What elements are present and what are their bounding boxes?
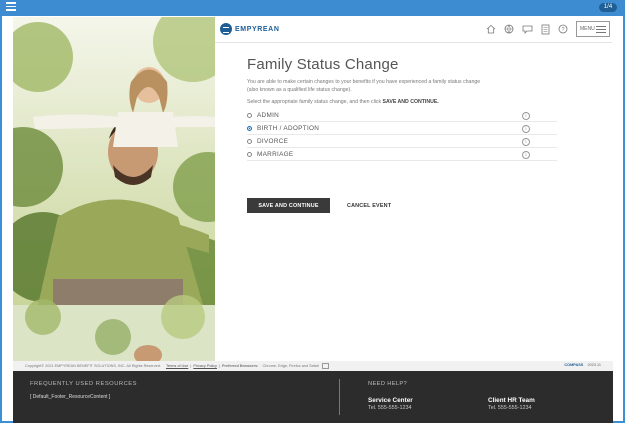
resources-heading: FREQUENTLY USED RESOURCES: [30, 381, 137, 387]
empyrean-logo-icon: [220, 23, 232, 35]
empyrean-logo[interactable]: EMPYREAN: [220, 23, 279, 35]
family-photo: [13, 17, 215, 361]
globe-icon[interactable]: [502, 22, 516, 36]
save-and-continue-button[interactable]: SAVE AND CONTINUE: [247, 198, 330, 213]
instruction-text: Select the appropriate family status cha…: [247, 99, 567, 105]
option-label: DIVORCE: [257, 137, 289, 145]
radio-divorce[interactable]: [247, 138, 252, 144]
radio-birth-adoption[interactable]: [247, 125, 252, 131]
option-divorce[interactable]: DIVORCE i: [247, 135, 557, 148]
radio-admin[interactable]: [247, 112, 252, 118]
contact-client-hr: Client HR Team Tel. 555-555-1234: [488, 397, 535, 411]
contact-service-center: Service Center Tel. 555-555-1234: [368, 397, 413, 411]
browsers-label: Preferred Browsers:: [221, 364, 259, 368]
main-content: Family Status Change You are able to mak…: [247, 56, 567, 161]
browsers-text: Chrome, Edge, Firefox and Safari: [262, 364, 320, 368]
privacy-link[interactable]: Privacy Policy: [193, 364, 217, 368]
header-bar: EMPYREAN ? MENU: [215, 17, 612, 43]
menu-label: MENU: [580, 26, 595, 32]
option-birth-adoption[interactable]: BIRTH / ADOPTION i: [247, 122, 557, 135]
browser-check-icon[interactable]: [322, 363, 330, 369]
help-icon[interactable]: ?: [556, 22, 570, 36]
option-admin[interactable]: ADMIN i: [247, 109, 557, 122]
brand-name: EMPYREAN: [235, 25, 280, 33]
help-heading: NEED HELP?: [368, 381, 408, 387]
cancel-event-button[interactable]: CANCEL EVENT: [347, 203, 391, 209]
contact-phone[interactable]: Tel. 555-555-1234: [368, 405, 413, 411]
status-options: ADMIN i BIRTH / ADOPTION i DIVORCE i MAR…: [247, 109, 557, 161]
contact-name: Service Center: [368, 397, 413, 404]
option-label: ADMIN: [257, 111, 280, 119]
document-icon[interactable]: [538, 22, 552, 36]
option-marriage[interactable]: MARRIAGE i: [247, 148, 557, 161]
hamburger-icon[interactable]: [6, 2, 16, 12]
svg-text:?: ?: [561, 27, 564, 33]
legal-bar: Copyright© 2021 EMPYREAN BENEFIT SOLUTIO…: [13, 361, 613, 371]
form-actions: SAVE AND CONTINUE CANCEL EVENT: [247, 198, 391, 213]
chat-icon[interactable]: [520, 22, 534, 36]
compass-logo: COMPASS: [564, 363, 584, 367]
info-icon[interactable]: i: [522, 125, 530, 133]
footer-divider: [339, 379, 340, 415]
resources-section: FREQUENTLY USED RESOURCES [ Default_Foot…: [30, 381, 137, 400]
page-title: Family Status Change: [247, 56, 399, 73]
intro-text: You are able to make certain changes to …: [247, 79, 481, 93]
version-info: COMPASS 2023.11: [564, 363, 601, 367]
header-icons: ? MENU: [480, 21, 610, 37]
menu-icon: [596, 24, 606, 35]
menu-button[interactable]: MENU: [576, 21, 610, 37]
page-badge: 1/4: [599, 3, 617, 12]
option-label: MARRIAGE: [257, 150, 294, 158]
info-icon[interactable]: i: [522, 151, 530, 159]
contact-phone[interactable]: Tel. 555-555-1234: [488, 405, 535, 411]
home-icon[interactable]: [484, 22, 498, 36]
resources-content[interactable]: [ Default_Footer_ResourceContent ]: [30, 394, 137, 400]
site-footer: FREQUENTLY USED RESOURCES [ Default_Foot…: [13, 371, 613, 423]
terms-link[interactable]: Terms of Use: [166, 364, 188, 368]
option-label: BIRTH / ADOPTION: [257, 124, 320, 132]
contact-name: Client HR Team: [488, 397, 535, 404]
info-icon[interactable]: i: [522, 112, 530, 120]
info-icon[interactable]: i: [522, 138, 530, 146]
instruction-bold: SAVE AND CONTINUE.: [382, 99, 439, 105]
instruction-prefix: Select the appropriate family status cha…: [247, 99, 382, 105]
top-bar: 1/4: [0, 0, 625, 16]
copyright-text: Copyright© 2021 EMPYREAN BENEFIT SOLUTIO…: [25, 364, 161, 368]
radio-marriage[interactable]: [247, 151, 252, 157]
version-text: 2023.11: [587, 363, 601, 367]
